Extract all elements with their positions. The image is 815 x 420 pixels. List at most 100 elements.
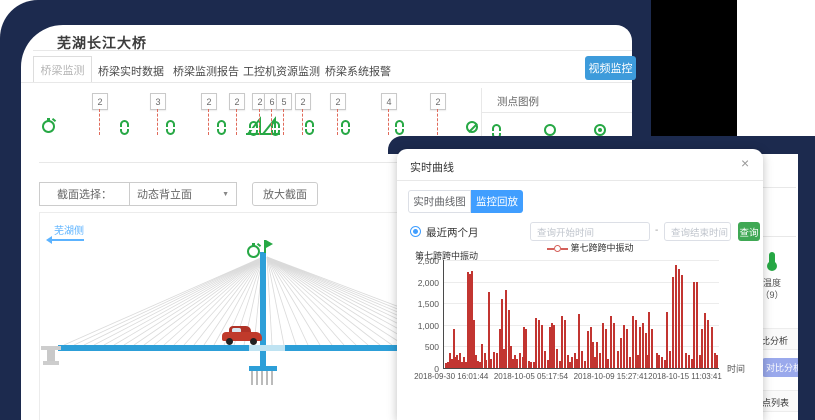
section-select-dropdown[interactable]: 动态背立面 ▼ bbox=[129, 182, 237, 206]
legend-target-icon bbox=[594, 124, 606, 136]
chart-legend[interactable]: 第七跨跨中振动 bbox=[547, 241, 634, 254]
bridge-deck-left bbox=[58, 345, 249, 351]
chart-data-bar bbox=[584, 361, 586, 368]
chart-x-tick-label: 2018-10-09 15:27:41 bbox=[565, 372, 657, 381]
chart-data-bar bbox=[553, 325, 555, 368]
car-wheel bbox=[226, 338, 233, 345]
chart-data-bar bbox=[701, 329, 703, 368]
chart-data-bar bbox=[675, 265, 677, 368]
chart-data-bar bbox=[599, 353, 601, 368]
car-wheel bbox=[250, 338, 257, 345]
chart-data-bar bbox=[596, 342, 598, 368]
chart-data-bar bbox=[669, 351, 671, 368]
chart-data-bar bbox=[620, 338, 622, 368]
chart-data-bar bbox=[629, 357, 631, 368]
tower-flag-icon bbox=[264, 240, 266, 253]
chart-data-bar bbox=[493, 352, 495, 368]
chart-data-bar bbox=[541, 325, 543, 368]
chart-data-bar bbox=[696, 282, 698, 368]
chart-data-bar bbox=[632, 316, 634, 368]
chart-data-bar bbox=[688, 355, 690, 368]
chart-data-bar bbox=[535, 318, 537, 368]
legend-series-name: 第七跨跨中振动 bbox=[571, 243, 634, 253]
chart-data-bar bbox=[610, 316, 612, 368]
modal-header-divider bbox=[397, 180, 763, 181]
chart-x-axis-label: 时间 bbox=[727, 362, 745, 375]
chart-data-bar bbox=[514, 355, 516, 368]
tab-monitor-playback[interactable]: 监控回放 bbox=[471, 190, 523, 213]
legend-panel-icons bbox=[0, 0, 632, 150]
chart-data-bar bbox=[639, 327, 641, 368]
legend-line-icon bbox=[561, 248, 568, 250]
chart-data-bar bbox=[642, 323, 644, 368]
last-two-months-radio[interactable] bbox=[410, 226, 421, 237]
legend-ring-icon bbox=[544, 124, 556, 136]
legend-line-icon bbox=[547, 248, 554, 250]
realtime-curve-modal: 实时曲线 × 实时曲线图 监控回放 最近两个月 查询开始时间 - 查询结束时间 … bbox=[397, 149, 763, 420]
chart-data-bar bbox=[623, 325, 625, 368]
modal-title: 实时曲线 bbox=[410, 159, 454, 175]
chart-data-bar bbox=[488, 292, 490, 368]
chart-data-bar bbox=[626, 329, 628, 368]
chart-y-tick-label: 1,000 bbox=[403, 321, 439, 331]
chart-data-bar bbox=[678, 269, 680, 368]
thermometer-icon bbox=[769, 252, 775, 267]
black-overlay-window bbox=[651, 0, 737, 138]
chart-data-bar bbox=[505, 290, 507, 368]
chart-data-bar bbox=[571, 357, 573, 368]
tower-piles bbox=[251, 371, 275, 385]
chart-data-bar bbox=[564, 320, 566, 368]
chart-gridline bbox=[444, 260, 719, 261]
chevron-down-icon: ▼ bbox=[222, 191, 229, 198]
chart-data-bar bbox=[648, 312, 650, 368]
chart-data-bar bbox=[656, 353, 658, 368]
modal-backing-right bbox=[798, 150, 815, 420]
chart-data-bar bbox=[704, 313, 706, 368]
chart-y-tick-label: 500 bbox=[403, 342, 439, 352]
section-select-value: 动态背立面 bbox=[137, 186, 192, 202]
chart-data-bar bbox=[711, 327, 713, 368]
chart-data-bar bbox=[672, 277, 674, 368]
chart-data-bar bbox=[613, 323, 615, 368]
chart-data-bar bbox=[496, 353, 498, 368]
chart-x-tick-label: 2018-10-15 11:03:41 bbox=[639, 372, 731, 381]
chart-data-bar bbox=[666, 312, 668, 368]
chart-data-bar bbox=[578, 314, 580, 368]
chart-data-bar bbox=[685, 353, 687, 368]
chart-x-tick-label: 2018-10-05 05:17:54 bbox=[485, 372, 577, 381]
chart-data-bar bbox=[716, 355, 718, 368]
legend-circle-icon bbox=[554, 245, 561, 252]
tower-sensor-icon bbox=[247, 245, 260, 258]
chart-data-bar bbox=[681, 275, 683, 368]
chart-data-bar bbox=[617, 351, 619, 368]
chart-data-bar bbox=[538, 320, 540, 368]
chart-data-bar bbox=[707, 320, 709, 368]
chart-data-bar bbox=[602, 323, 604, 368]
tab-realtime-curve[interactable]: 实时曲线图 bbox=[408, 190, 471, 213]
chart-plot-area bbox=[443, 260, 719, 369]
chart-y-tick-label: 1,500 bbox=[403, 299, 439, 309]
chart-x-tick-label: 2018-09-30 16:01:44 bbox=[405, 372, 497, 381]
screen: 温度 （9） 对比分析 对比分析 监测点列表 芜湖长江大桥 桥梁监测 桥梁实时数… bbox=[0, 0, 815, 420]
enlarge-section-button[interactable]: 放大截面 bbox=[252, 182, 318, 206]
chart-data-bar bbox=[587, 331, 589, 368]
chart-data-bar bbox=[530, 362, 532, 368]
chart-data-bar bbox=[581, 351, 583, 368]
chart-data-bar bbox=[561, 316, 563, 368]
chart-data-bar bbox=[658, 355, 660, 368]
chart-y-tick-label: 0 bbox=[403, 364, 439, 374]
query-end-time-input[interactable]: 查询结束时间 bbox=[664, 222, 731, 241]
section-select-label: 截面选择： bbox=[39, 182, 129, 206]
chart-data-bar bbox=[516, 359, 518, 368]
query-start-time-input[interactable]: 查询开始时间 bbox=[530, 222, 650, 241]
car bbox=[222, 326, 262, 346]
chart-data-bar bbox=[525, 329, 527, 368]
chart-data-bar bbox=[664, 360, 666, 368]
left-pier-base bbox=[43, 361, 59, 365]
close-icon[interactable]: × bbox=[741, 155, 749, 171]
chart-y-tick-label: 2,000 bbox=[403, 278, 439, 288]
date-range-separator: - bbox=[655, 225, 658, 236]
chart-data-bar bbox=[693, 282, 695, 368]
last-two-months-label: 最近两个月 bbox=[426, 225, 479, 240]
query-button[interactable]: 查询 bbox=[738, 222, 760, 241]
